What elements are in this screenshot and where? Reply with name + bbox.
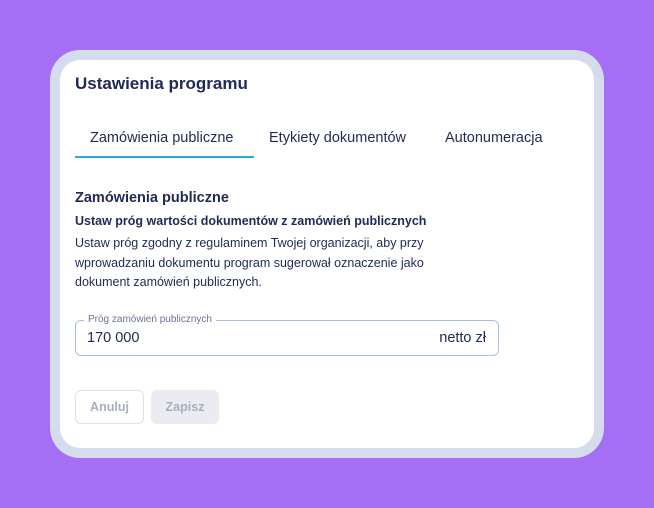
section-description: Ustaw próg zgodny z regulaminem Twojej o… xyxy=(75,236,424,289)
threshold-field[interactable]: Próg zamówień publicznych netto zł xyxy=(75,314,499,356)
section-title: Zamówienia publiczne xyxy=(75,190,229,206)
active-tab-indicator xyxy=(75,156,254,158)
tab-bar: Zamówienia publiczne Etykiety dokumentów… xyxy=(75,122,575,160)
cancel-button[interactable]: Anuluj xyxy=(75,390,144,424)
section-subtitle: Ustaw próg wartości dokumentów z zamówie… xyxy=(75,214,427,228)
save-button[interactable]: Zapisz xyxy=(151,390,219,424)
threshold-input[interactable] xyxy=(87,321,417,355)
settings-dialog: Ustawienia programu Zamówienia publiczne… xyxy=(60,60,594,448)
tab-autonumbering[interactable]: Autonumeracja xyxy=(445,130,543,146)
threshold-unit-suffix: netto zł xyxy=(439,330,486,346)
dialog-title: Ustawienia programu xyxy=(75,74,248,93)
tab-document-labels[interactable]: Etykiety dokumentów xyxy=(269,130,406,146)
tab-public-procurement[interactable]: Zamówienia publiczne xyxy=(90,130,233,146)
